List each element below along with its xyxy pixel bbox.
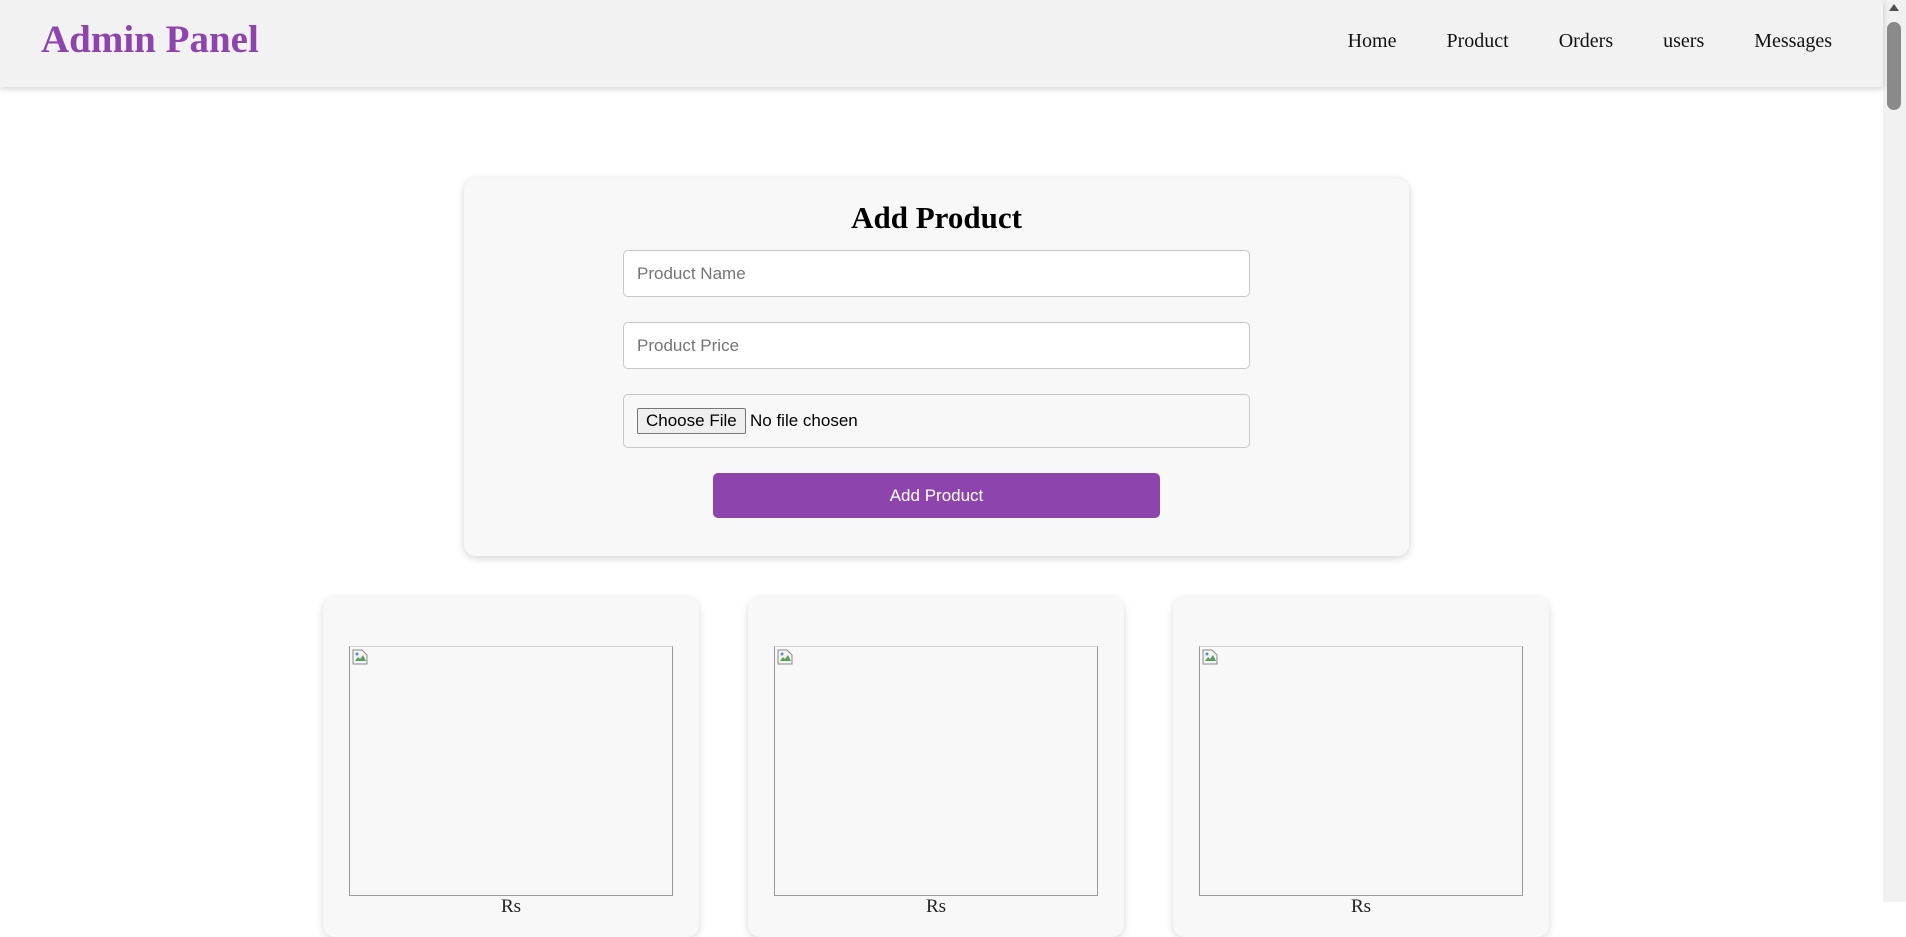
nav-link-home[interactable]: Home: [1348, 29, 1397, 53]
broken-image-icon: [352, 649, 368, 665]
product-image-file-input[interactable]: Choose File No file chosen: [623, 394, 1250, 448]
nav-link-messages[interactable]: Messages: [1754, 29, 1832, 53]
page-scrollbar[interactable]: [1883, 0, 1906, 902]
product-price-label: Rs: [500, 896, 522, 917]
admin-panel-logo[interactable]: Admin Panel: [41, 17, 259, 63]
choose-file-button[interactable]: Choose File: [637, 408, 746, 434]
nav-link-users[interactable]: users: [1663, 29, 1704, 53]
broken-image-icon: [1202, 649, 1218, 665]
add-product-form: Add Product Choose File No file chosen A…: [464, 178, 1409, 556]
product-image: [349, 646, 673, 896]
main-nav: Home Product Orders users Messages: [1298, 29, 1832, 53]
product-card: Rs: [323, 597, 699, 937]
product-image: [774, 646, 1098, 896]
product-image: [1199, 646, 1523, 896]
top-header: Admin Panel Home Product Orders users Me…: [0, 0, 1883, 87]
product-card: Rs: [1173, 597, 1549, 937]
nav-link-product[interactable]: Product: [1446, 29, 1508, 53]
broken-image-icon: [777, 649, 793, 665]
product-card: Rs: [748, 597, 1124, 937]
product-price-input[interactable]: [623, 322, 1250, 369]
file-status-text: No file chosen: [750, 411, 858, 430]
product-price-label: Rs: [925, 896, 947, 917]
form-title: Add Product: [851, 200, 1022, 235]
scroll-thumb[interactable]: [1887, 22, 1901, 110]
product-name-input[interactable]: [623, 250, 1250, 297]
add-product-button[interactable]: Add Product: [713, 473, 1160, 518]
product-price-label: Rs: [1350, 896, 1372, 917]
scroll-up-arrow-icon[interactable]: [1889, 4, 1899, 11]
nav-link-orders[interactable]: Orders: [1559, 29, 1613, 53]
